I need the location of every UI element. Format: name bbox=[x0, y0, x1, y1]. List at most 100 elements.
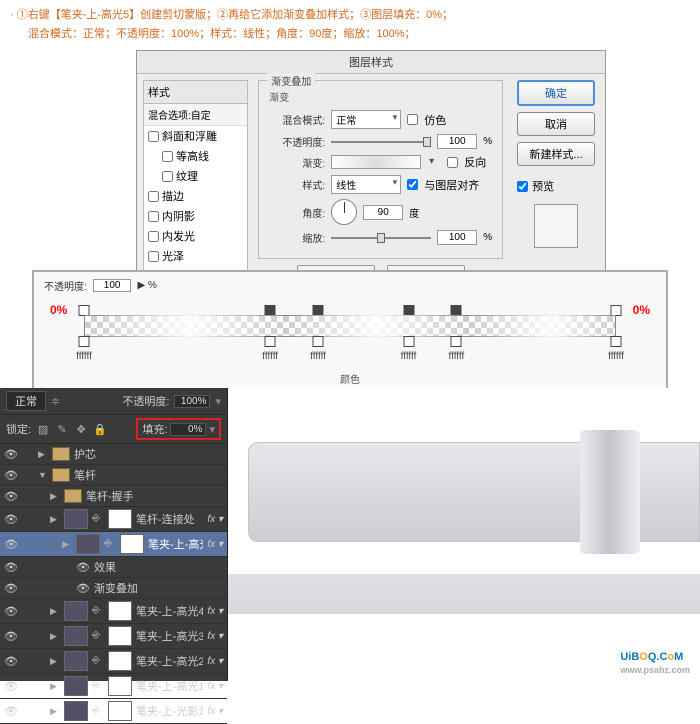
disclosure-icon[interactable]: ▶ bbox=[50, 631, 60, 642]
layer-name[interactable]: 笔夹-上-光影渐变 bbox=[136, 703, 203, 719]
style-list-item[interactable]: 内阴影 bbox=[144, 206, 247, 226]
fx-badge[interactable]: fx ▾ bbox=[207, 606, 223, 617]
disclosure-icon[interactable]: ▶ bbox=[62, 539, 72, 550]
scale-slider[interactable] bbox=[331, 237, 431, 239]
layer-name[interactable]: 笔杆 bbox=[74, 467, 223, 483]
cancel-button[interactable]: 取消 bbox=[517, 112, 595, 136]
visibility-icon[interactable]: 👁 bbox=[4, 561, 18, 574]
layer-name[interactable]: 笔夹-上-高光5 bbox=[148, 536, 203, 552]
disclosure-icon[interactable]: ▶ bbox=[50, 514, 60, 525]
new-style-button[interactable]: 新建样式... bbox=[517, 142, 595, 166]
layers-opacity-input[interactable]: 100% bbox=[174, 395, 210, 408]
layer-row[interactable]: 👁 ▶ ⎆ 笔夹-上-高光3 fx ▾ bbox=[0, 624, 227, 649]
visibility-icon[interactable]: 👁 bbox=[4, 538, 18, 551]
blend-options-row[interactable]: 混合选项:自定 bbox=[144, 104, 247, 126]
link-icon[interactable]: ⎆ bbox=[92, 705, 104, 717]
grad-opacity-value[interactable]: 100 bbox=[93, 279, 132, 292]
layer-name[interactable]: 笔夹-上-高光2 bbox=[136, 653, 203, 669]
fx-badge[interactable]: fx ▾ bbox=[207, 681, 223, 692]
color-stops-row[interactable]: ffffffffffffffffffffffffffffffffffff bbox=[84, 337, 616, 365]
style-list-item[interactable]: 斜面和浮雕 bbox=[144, 126, 247, 146]
fx-badge[interactable]: fx ▾ bbox=[207, 631, 223, 642]
link-icon[interactable]: ⎆ bbox=[92, 655, 104, 667]
disclosure-icon[interactable]: ▼ bbox=[38, 470, 48, 480]
link-icon[interactable]: ⎆ bbox=[92, 630, 104, 642]
effect-visibility-icon[interactable]: 👁 bbox=[76, 582, 90, 595]
style-select[interactable]: 线性 bbox=[331, 175, 401, 194]
visibility-icon[interactable]: 👁 bbox=[4, 705, 18, 718]
color-stop[interactable] bbox=[265, 336, 276, 347]
visibility-icon[interactable]: 👁 bbox=[4, 582, 18, 595]
style-list-item[interactable]: 光泽 bbox=[144, 246, 247, 266]
angle-dial[interactable] bbox=[331, 199, 357, 225]
effect-visibility-icon[interactable]: 👁 bbox=[76, 561, 90, 574]
visibility-icon[interactable]: 👁 bbox=[4, 469, 18, 482]
disclosure-icon[interactable]: ▶ bbox=[38, 449, 48, 460]
layer-name[interactable]: 笔杆-握手 bbox=[86, 488, 223, 504]
blend-mode-select[interactable]: 正常 bbox=[6, 391, 46, 411]
style-checkbox[interactable] bbox=[162, 171, 173, 182]
fx-badge[interactable]: fx ▾ bbox=[207, 514, 223, 525]
preview-checkbox[interactable] bbox=[517, 181, 528, 192]
layer-name[interactable]: 渐变叠加 bbox=[94, 580, 223, 596]
layer-row[interactable]: 👁 ▶ ⎆ 笔夹-上-高光5 fx ▾ bbox=[0, 532, 227, 557]
lock-transparency-icon[interactable]: ▨ bbox=[36, 422, 50, 436]
disclosure-icon[interactable]: ▶ bbox=[50, 656, 60, 667]
style-list-item[interactable]: 纹理 bbox=[144, 166, 247, 186]
visibility-icon[interactable]: 👁 bbox=[4, 513, 18, 526]
layer-row[interactable]: 👁▶笔杆-握手 bbox=[0, 486, 227, 507]
opacity-stops-row[interactable] bbox=[84, 301, 616, 315]
dither-checkbox[interactable] bbox=[407, 114, 418, 125]
disclosure-icon[interactable]: ▶ bbox=[50, 606, 60, 617]
layer-row[interactable]: 👁 ▼ 笔杆 bbox=[0, 465, 227, 486]
visibility-icon[interactable]: 👁 bbox=[4, 630, 18, 643]
link-icon[interactable]: ⎆ bbox=[92, 680, 104, 692]
layer-row[interactable]: 👁 ▶ ⎆ 笔夹-上-高光4 fx ▾ bbox=[0, 599, 227, 624]
gradient-preview[interactable] bbox=[331, 155, 421, 169]
layer-row[interactable]: 👁 ▶ ⎆ 笔夹-上-光影渐变 fx ▾ bbox=[0, 699, 227, 724]
link-icon[interactable]: ⎆ bbox=[104, 538, 116, 550]
style-list-header[interactable]: 样式 bbox=[144, 81, 247, 104]
layer-name[interactable]: 笔夹-上-高光1 bbox=[136, 678, 203, 694]
fx-badge[interactable]: fx ▾ bbox=[207, 706, 223, 717]
style-checkbox[interactable] bbox=[148, 191, 159, 202]
layer-row[interactable]: 👁👁效果 bbox=[0, 557, 227, 578]
link-icon[interactable]: ⎆ bbox=[92, 605, 104, 617]
lock-position-icon[interactable]: ✥ bbox=[74, 422, 88, 436]
visibility-icon[interactable]: 👁 bbox=[4, 490, 18, 503]
layer-name[interactable]: 笔杆-连接处 bbox=[136, 511, 203, 527]
opacity-input[interactable]: 100 bbox=[437, 134, 477, 149]
fx-badge[interactable]: fx ▾ bbox=[207, 539, 223, 550]
layer-row[interactable]: 👁▶护芯 bbox=[0, 444, 227, 465]
disclosure-icon[interactable]: ▶ bbox=[50, 706, 60, 717]
link-icon[interactable]: ⎆ bbox=[92, 513, 104, 525]
style-list-item[interactable]: 内发光 bbox=[144, 226, 247, 246]
style-checkbox[interactable] bbox=[148, 251, 159, 262]
angle-input[interactable]: 90 bbox=[363, 205, 403, 220]
layer-row[interactable]: 👁▶⎆笔夹-上-高光1fx ▾ bbox=[0, 674, 227, 699]
layer-row[interactable]: 👁 ▶ ⎆ 笔杆-连接处 fx ▾ bbox=[0, 507, 227, 532]
layer-name[interactable]: 笔夹-上-高光3 bbox=[136, 628, 203, 644]
color-stop[interactable] bbox=[451, 336, 462, 347]
style-list-item[interactable]: 描边 bbox=[144, 186, 247, 206]
scale-input[interactable]: 100 bbox=[437, 230, 477, 245]
disclosure-icon[interactable]: ▶ bbox=[50, 681, 60, 692]
lock-paint-icon[interactable]: ✎ bbox=[55, 422, 69, 436]
reverse-checkbox[interactable] bbox=[447, 157, 458, 168]
style-list-item[interactable]: 等高线 bbox=[144, 146, 247, 166]
style-checkbox[interactable] bbox=[148, 211, 159, 222]
layer-name[interactable]: 笔夹-上-高光4 bbox=[136, 603, 203, 619]
opacity-slider[interactable] bbox=[331, 141, 431, 143]
lock-all-icon[interactable]: 🔒 bbox=[93, 422, 107, 436]
layer-row[interactable]: 👁▶⎆笔夹-上-高光2fx ▾ bbox=[0, 649, 227, 674]
style-checkbox[interactable] bbox=[148, 131, 159, 142]
ok-button[interactable]: 确定 bbox=[517, 80, 595, 106]
fx-badge[interactable]: fx ▾ bbox=[207, 656, 223, 667]
color-stop[interactable] bbox=[611, 336, 622, 347]
color-stop[interactable] bbox=[313, 336, 324, 347]
visibility-icon[interactable]: 👁 bbox=[4, 605, 18, 618]
style-checkbox[interactable] bbox=[162, 151, 173, 162]
color-stop[interactable] bbox=[79, 336, 90, 347]
color-stop[interactable] bbox=[403, 336, 414, 347]
layer-name[interactable]: 护芯 bbox=[74, 446, 223, 462]
